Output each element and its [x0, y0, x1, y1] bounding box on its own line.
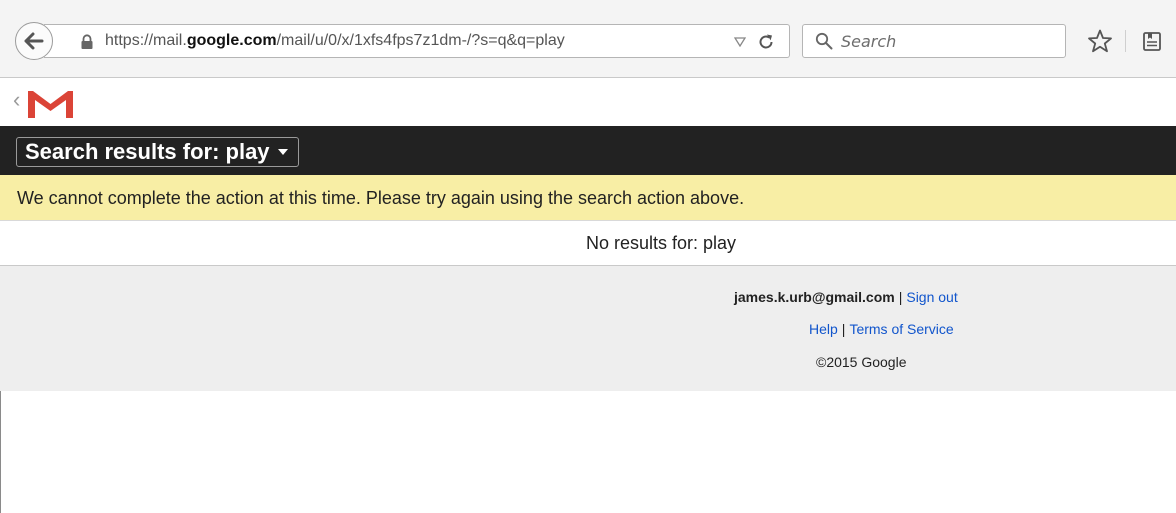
- reading-list-icon[interactable]: [1141, 30, 1163, 52]
- toolbar-separator: [1125, 30, 1126, 52]
- gmail-logo-icon[interactable]: [26, 87, 75, 119]
- url-text[interactable]: https://mail.google.com/mail/u/0/x/1xfs4…: [105, 32, 565, 50]
- footer-separator: |: [841, 321, 846, 337]
- lock-icon: [81, 34, 93, 49]
- results-area: No results for: play: [0, 221, 1176, 266]
- sign-out-link[interactable]: Sign out: [906, 289, 957, 305]
- footer-separator: |: [898, 289, 903, 305]
- url-path: /mail/u/0/x/1xfs4fps7z1dm-/?s=q&q=play: [276, 32, 565, 49]
- footer-links-line: Help | Terms of Service: [0, 321, 1176, 337]
- star-icon[interactable]: [1087, 28, 1113, 54]
- dropdown-triangle-icon[interactable]: [734, 37, 746, 47]
- gmail-header: ‹: [0, 78, 1176, 126]
- footer: james.k.urb@gmail.com | Sign out Help | Term…: [0, 266, 1176, 391]
- error-banner: We cannot complete the action at this ti…: [0, 175, 1176, 221]
- search-icon: [815, 32, 833, 50]
- url-prefix: https://mail.: [105, 32, 187, 49]
- url-bar[interactable]: https://mail.google.com/mail/u/0/x/1xfs4…: [44, 24, 790, 58]
- footer-account-line: james.k.urb@gmail.com | Sign out: [0, 289, 1176, 305]
- url-domain: google.com: [186, 32, 277, 49]
- browser-search-input[interactable]: [841, 29, 1051, 53]
- account-email: james.k.urb@gmail.com: [734, 289, 895, 305]
- browser-search-box[interactable]: [802, 24, 1066, 58]
- search-title-bar: Search results for: play: [0, 126, 1176, 175]
- back-button[interactable]: [15, 22, 53, 60]
- help-link[interactable]: Help: [809, 321, 838, 337]
- search-results-title: Search results for: play: [25, 139, 270, 164]
- error-message: We cannot complete the action at this ti…: [17, 188, 745, 208]
- back-arrow-icon: [24, 32, 44, 50]
- back-chevron-icon[interactable]: ‹: [13, 88, 20, 112]
- caret-down-icon: [277, 149, 288, 155]
- browser-toolbar: https://mail.google.com/mail/u/0/x/1xfs4…: [0, 0, 1176, 78]
- reload-icon[interactable]: [757, 33, 775, 51]
- terms-of-service-link[interactable]: Terms of Service: [849, 321, 953, 337]
- no-results-message: No results for: play: [586, 233, 737, 253]
- copyright: ©2015 Google: [816, 354, 907, 370]
- search-results-menu-button[interactable]: Search results for: play: [16, 137, 299, 167]
